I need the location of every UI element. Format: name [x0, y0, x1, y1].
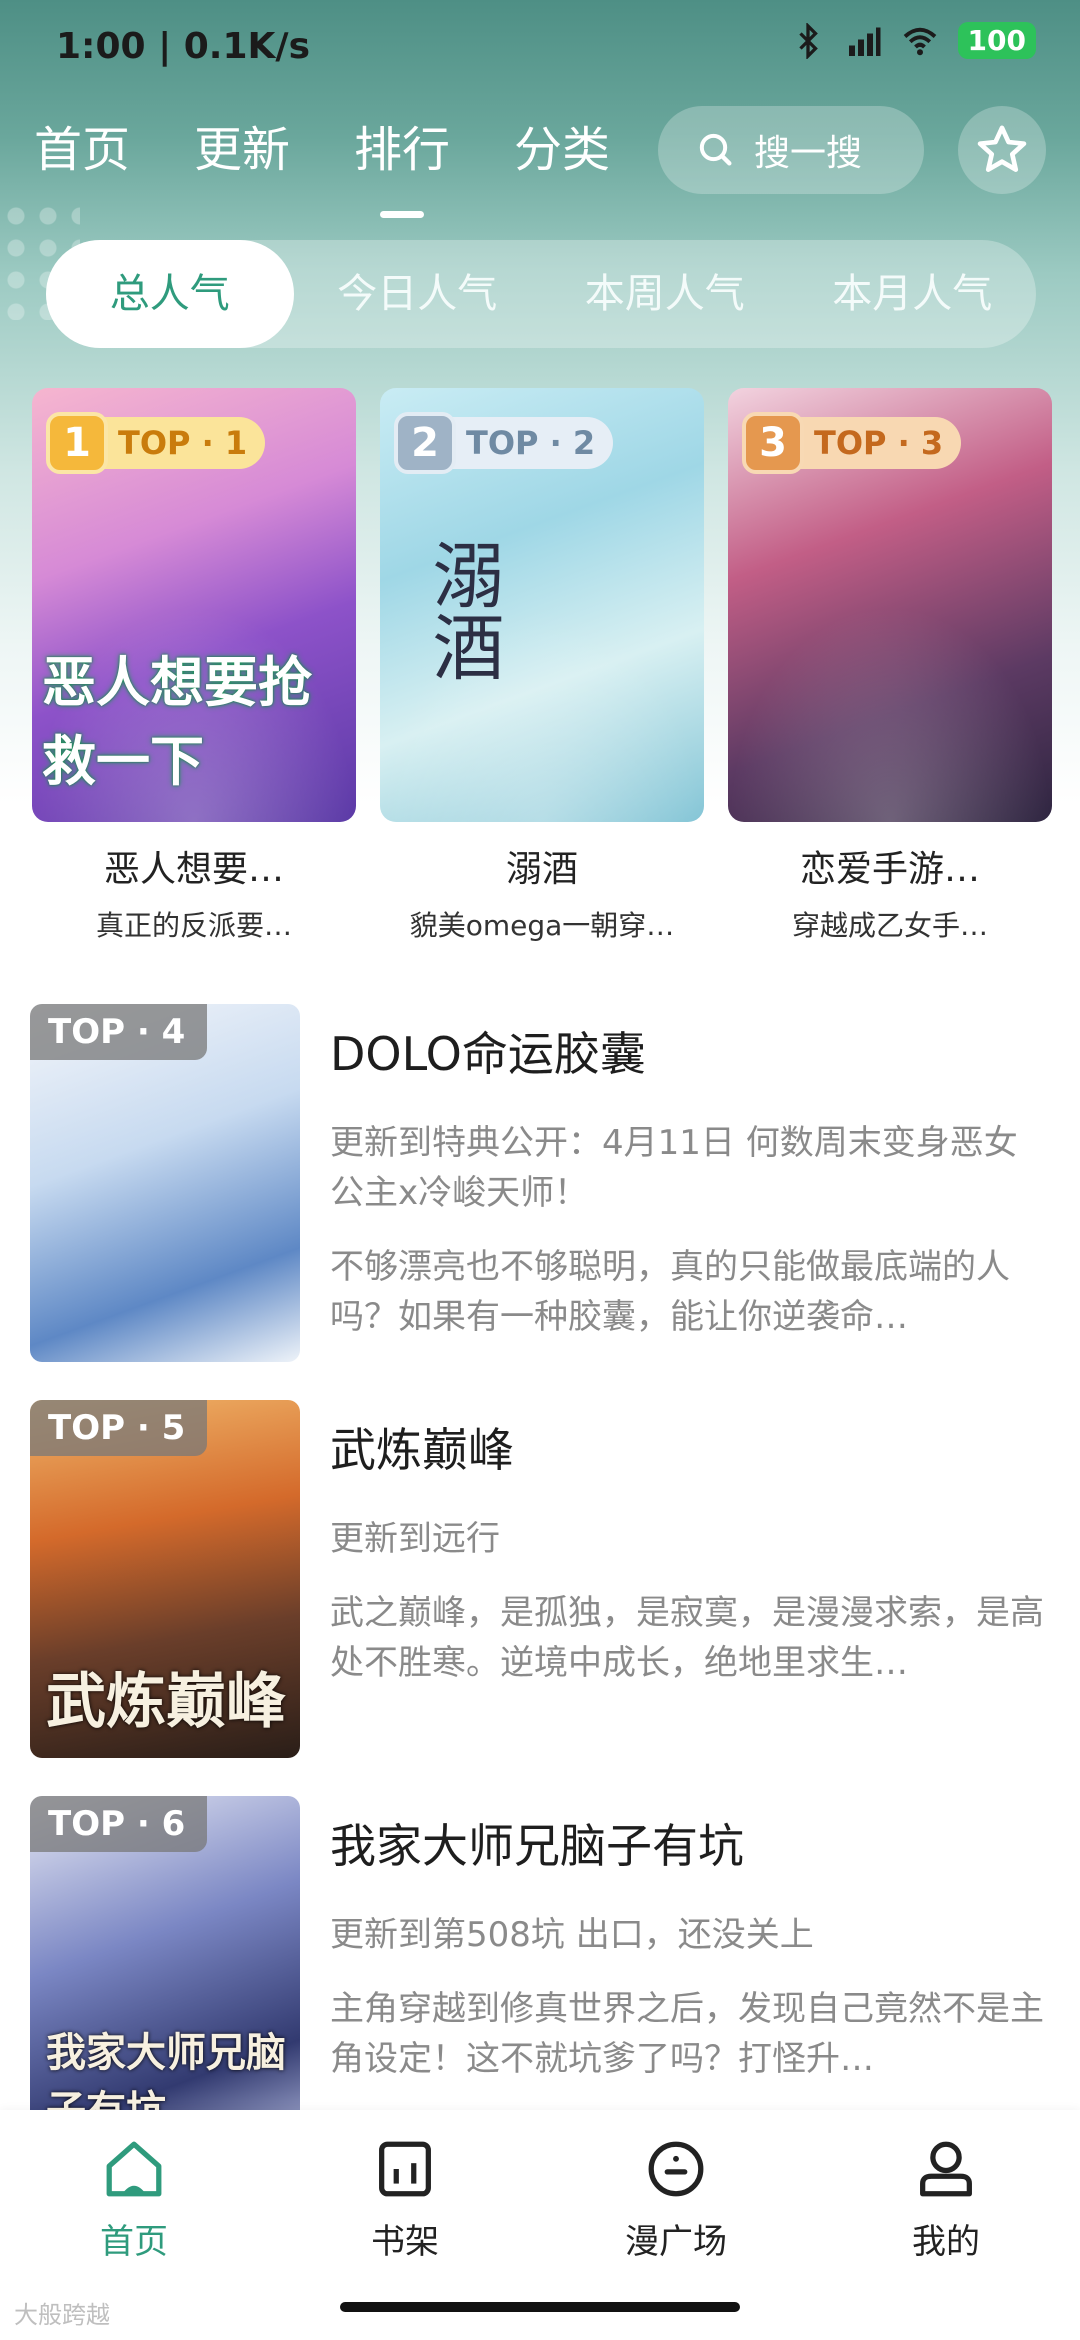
list-item[interactable]: TOP · 4 DOLO命运胶囊 更新到特典公开：4月11日 何数周末变身恶女公…: [30, 1004, 1050, 1362]
cover-title-art: 恶人想要抢救一下: [42, 650, 312, 793]
star-icon: [977, 125, 1027, 172]
comic-cover[interactable]: 3 TOP · 3: [728, 388, 1052, 822]
bottom-tab-label: 漫广场: [625, 2222, 727, 2262]
comic-title[interactable]: DOLO命运胶囊: [330, 1018, 1050, 1084]
favorites-button[interactable]: [958, 106, 1046, 194]
rank-label: TOP · 3: [796, 417, 962, 469]
bottom-tab-label: 我的: [912, 2222, 980, 2262]
comic-description: 武之巅峰，是孤独，是寂寞，是漫漫求索，是高处不胜寒。逆境中成长，绝地里求生…: [330, 1593, 1044, 1683]
bottom-tab-home[interactable]: 首页: [34, 2134, 234, 2263]
status-time: 1:00 | 0.1K/s: [56, 26, 311, 67]
comic-subtitle: 真正的反派要…: [95, 909, 292, 942]
latest-update: 更新到特典公开：4月11日 何数周末变身恶女公主x冷峻天师！: [330, 1123, 1018, 1213]
rank-label: TOP · 5: [30, 1400, 208, 1456]
top-card-2[interactable]: 2 TOP · 2 溺酒 溺酒 貌美omega一朝穿…: [380, 388, 704, 944]
rank-badge: 2 TOP · 2: [394, 412, 614, 474]
bottom-tab-plaza[interactable]: 漫广场: [576, 2134, 776, 2263]
top-card-1[interactable]: 1 TOP · 1 恶人想要抢救一下 恶人想要… 真正的反派要…: [32, 388, 356, 944]
signal-icon: [848, 27, 881, 56]
list-item[interactable]: TOP · 5 武炼巅峰 武炼巅峰 更新到远行 武之巅峰，是孤独，是寂寞，是漫漫…: [30, 1400, 1050, 1758]
search-placeholder: 搜一搜: [754, 133, 863, 174]
comic-thumbnail[interactable]: TOP · 4: [30, 1004, 300, 1362]
comic-subtitle: 貌美omega一朝穿…: [409, 909, 675, 942]
bluetooth-icon: [798, 22, 818, 59]
cover-art: [728, 605, 1052, 822]
list-item-info: 武炼巅峰 更新到远行 武之巅峰，是孤独，是寂寞，是漫漫求索，是高处不胜寒。逆境中…: [330, 1400, 1050, 1758]
comic-description: 主角穿越到修真世界之后，发现自己竟然不是主角设定！这不就坑爹了吗？打怪升…: [330, 1989, 1044, 2079]
comic-subtitle: 穿越成乙女手…: [791, 909, 988, 942]
search-button[interactable]: 搜一搜: [658, 106, 924, 194]
status-bar: 1:00 | 0.1K/s 100: [0, 0, 1080, 96]
filter-today[interactable]: 今日人气: [294, 240, 542, 348]
latest-update: 更新到第508坑 出口，还没关上: [330, 1915, 814, 1955]
comic-title[interactable]: 恶人想要…: [32, 840, 356, 892]
comic-description: 不够漂亮也不够聪明，真的只能做最底端的人吗？如果有一种胶囊，能让你逆袭命…: [330, 1247, 1010, 1337]
filter-total[interactable]: 总人气: [46, 240, 294, 348]
cover-title-art: 溺酒: [420, 538, 504, 682]
rank-number: 1: [46, 412, 108, 474]
comic-title[interactable]: 武炼巅峰: [330, 1414, 1050, 1480]
top-nav: 首页 更新 排行 分类: [34, 110, 610, 180]
top3-section: 1 TOP · 1 恶人想要抢救一下 恶人想要… 真正的反派要… 2 TOP ·…: [32, 388, 1052, 944]
battery-indicator: 100: [957, 22, 1036, 59]
home-icon: [106, 2141, 162, 2197]
comic-thumbnail[interactable]: TOP · 5 武炼巅峰: [30, 1400, 300, 1758]
filter-month[interactable]: 本月人气: [789, 240, 1037, 348]
comic-title[interactable]: 我家大师兄脑子有坑: [330, 1810, 1050, 1876]
rank-label: TOP · 1: [100, 417, 266, 469]
bookshelf-icon: [379, 2141, 431, 2197]
list-item-info: DOLO命运胶囊 更新到特典公开：4月11日 何数周末变身恶女公主x冷峻天师！ …: [330, 1004, 1050, 1362]
rank-label: TOP · 4: [30, 1004, 208, 1060]
rank-badge: 3 TOP · 3: [742, 412, 962, 474]
popularity-filter: 总人气 今日人气 本周人气 本月人气: [46, 240, 1036, 348]
cover-title-art: 武炼巅峰: [46, 1667, 286, 1737]
bottom-nav: 首页 书架 漫广场 我的 大般跨越: [0, 2110, 1080, 2340]
bottom-tab-label: 书架: [371, 2222, 439, 2262]
rank-badge: 1 TOP · 1: [46, 412, 266, 474]
search-icon: [699, 133, 732, 166]
list-item-info: 我家大师兄脑子有坑 更新到第508坑 出口，还没关上 主角穿越到修真世界之后，发…: [330, 1796, 1050, 2154]
latest-update: 更新到远行: [330, 1519, 500, 1559]
wifi-icon: [903, 27, 936, 55]
tab-updates[interactable]: 更新: [194, 110, 290, 180]
tab-category[interactable]: 分类: [514, 110, 610, 180]
comic-thumbnail[interactable]: TOP · 6 我家大师兄脑子有坑: [30, 1796, 300, 2154]
home-indicator[interactable]: [340, 2302, 740, 2312]
bottom-tab-profile[interactable]: 我的: [846, 2134, 1046, 2263]
status-icons: 100: [790, 22, 1036, 59]
filter-week[interactable]: 本周人气: [541, 240, 789, 348]
comic-title[interactable]: 恋爱手游…: [728, 840, 1052, 892]
top-card-3[interactable]: 3 TOP · 3 恋爱手游… 穿越成乙女手…: [728, 388, 1052, 944]
tab-ranking[interactable]: 排行: [354, 110, 450, 180]
plaza-icon: [648, 2141, 704, 2197]
rank-label: TOP · 6: [30, 1796, 208, 1852]
bottom-tab-label: 首页: [100, 2222, 168, 2262]
rank-number: 3: [742, 412, 804, 474]
comic-title[interactable]: 溺酒: [380, 840, 704, 892]
comic-cover[interactable]: 1 TOP · 1 恶人想要抢救一下: [32, 388, 356, 822]
tab-home[interactable]: 首页: [34, 110, 130, 180]
comic-cover[interactable]: 2 TOP · 2 溺酒: [380, 388, 704, 822]
rank-number: 2: [394, 412, 456, 474]
profile-icon: [920, 2141, 972, 2197]
ranking-list: TOP · 4 DOLO命运胶囊 更新到特典公开：4月11日 何数周末变身恶女公…: [30, 1004, 1050, 2192]
rank-label: TOP · 2: [448, 417, 614, 469]
list-item[interactable]: TOP · 6 我家大师兄脑子有坑 我家大师兄脑子有坑 更新到第508坑 出口，…: [30, 1796, 1050, 2154]
bottom-tab-bookshelf[interactable]: 书架: [305, 2134, 505, 2263]
watermark: 大般跨越: [14, 2301, 110, 2329]
